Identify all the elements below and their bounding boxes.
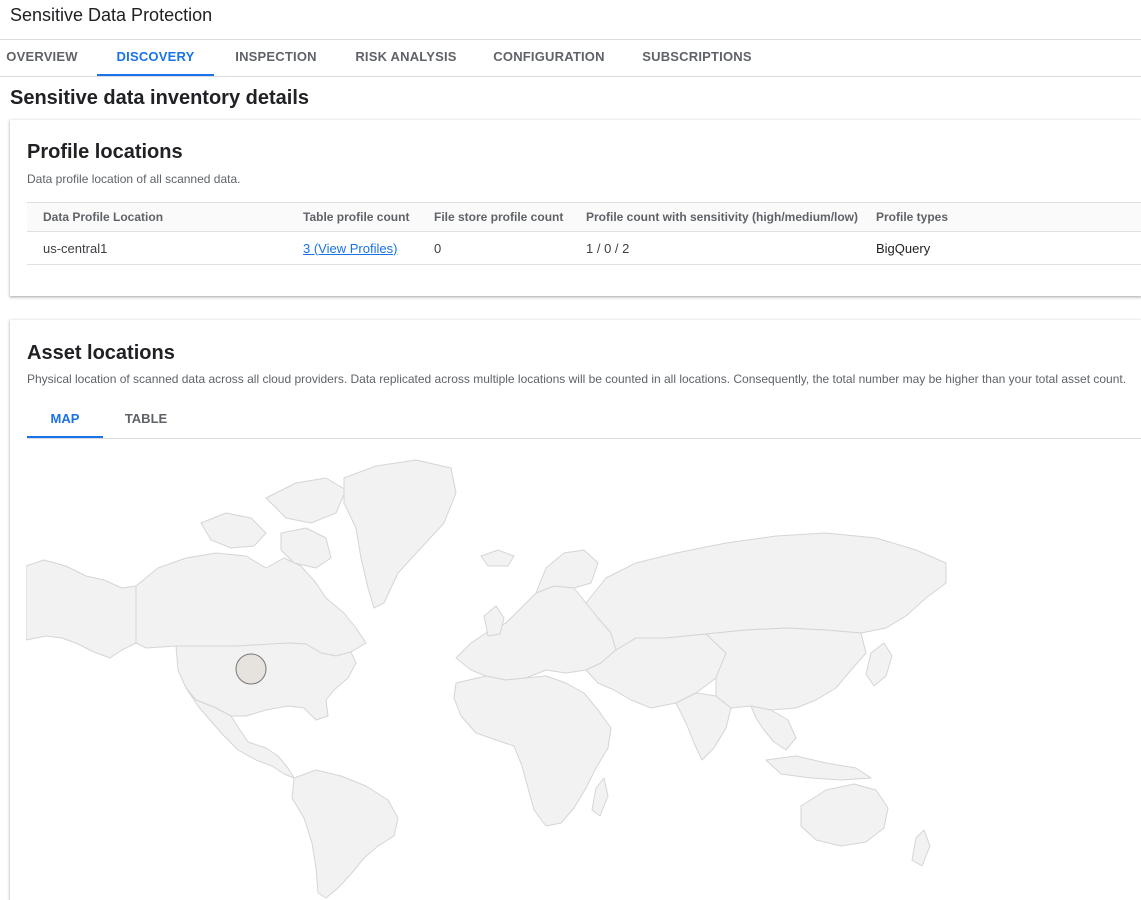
map-region-india (675, 692, 732, 761)
table-row: us-central1 3 (View Profiles) 0 1 / 0 / … (27, 231, 1141, 265)
column-header-table-profile-count[interactable]: Table profile count (287, 202, 418, 232)
map-region-uk (483, 605, 505, 637)
view-profiles-link[interactable]: 3 (View Profiles) (303, 241, 397, 256)
map-region-africa (453, 675, 612, 827)
tab-configuration[interactable]: CONFIGURATION (487, 40, 611, 76)
map-region-canada (135, 552, 367, 657)
page-heading: Sensitive data inventory details (10, 87, 309, 109)
cell-sensitivity: 1 / 0 / 2 (570, 231, 860, 265)
map-region-japan (865, 642, 893, 687)
map-region-australia (800, 783, 889, 847)
map-region-iceland (480, 549, 515, 567)
map-region-greenland (343, 459, 457, 609)
tab-inspection[interactable]: INSPECTION (226, 40, 326, 76)
app-title: Sensitive Data Protection (10, 5, 213, 25)
profile-locations-title: Profile locations (27, 141, 183, 163)
map-region-scandinavia (535, 549, 599, 594)
map-region-indonesia (765, 755, 872, 781)
tab-map[interactable]: MAP (27, 400, 103, 438)
world-map[interactable] (26, 438, 1141, 900)
column-header-file-store-profile-count[interactable]: File store profile count (418, 202, 570, 232)
main-tabs: OVERVIEW DISCOVERY INSPECTION RISK ANALY… (0, 40, 1141, 77)
tab-discovery[interactable]: DISCOVERY (97, 40, 214, 76)
asset-view-tabs: MAP TABLE (27, 400, 1141, 439)
profile-locations-card: Profile locations Data profile location … (10, 120, 1141, 296)
cell-location: us-central1 (27, 231, 287, 265)
map-region-madagascar (591, 777, 609, 817)
location-marker-us-central1[interactable] (235, 653, 267, 685)
map-region-arctic-island-2 (265, 477, 347, 524)
column-header-sensitivity[interactable]: Profile count with sensitivity (high/med… (570, 202, 860, 232)
map-region-china (705, 627, 867, 711)
profile-locations-description: Data profile location of all scanned dat… (27, 172, 241, 186)
column-header-location[interactable]: Data Profile Location (27, 202, 287, 232)
tab-risk-analysis[interactable]: RISK ANALYSIS (350, 40, 462, 76)
cell-file-store-profile-count: 0 (418, 231, 570, 265)
map-region-alaska (26, 559, 137, 659)
asset-locations-description: Physical location of scanned data across… (27, 372, 1127, 386)
tab-overview[interactable]: OVERVIEW (0, 40, 84, 76)
asset-locations-card: Asset locations Physical location of sca… (10, 320, 1141, 900)
cell-profile-types: BigQuery (860, 231, 1141, 265)
tab-table[interactable]: TABLE (113, 400, 179, 438)
map-region-arctic-islands (200, 512, 267, 549)
map-region-south-america (291, 769, 399, 899)
asset-locations-title: Asset locations (27, 342, 175, 364)
column-header-profile-types[interactable]: Profile types (860, 202, 1141, 232)
tab-subscriptions[interactable]: SUBSCRIPTIONS (636, 40, 758, 76)
profile-locations-table: Data Profile Location Table profile coun… (27, 202, 1141, 265)
table-header-row: Data Profile Location Table profile coun… (27, 202, 1141, 232)
cell-table-profile-count: 3 (View Profiles) (287, 231, 418, 265)
map-region-southeast-asia (750, 705, 797, 751)
map-region-new-zealand (911, 829, 931, 867)
